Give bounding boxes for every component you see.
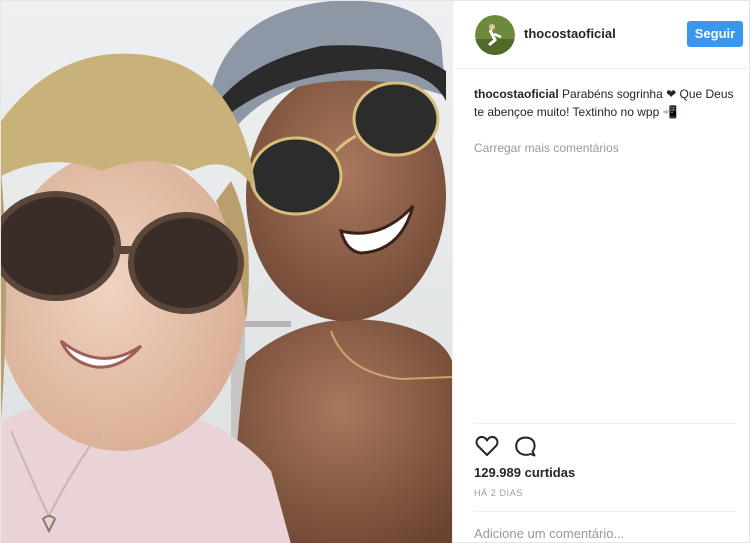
post-header: thocostaoficial Seguir bbox=[453, 1, 750, 69]
comment-icon[interactable] bbox=[512, 433, 538, 459]
follow-button[interactable]: Seguir bbox=[687, 21, 743, 47]
post-sidebar: thocostaoficial Seguir thocostaoficial P… bbox=[452, 1, 750, 543]
instagram-post: thocostaoficial Seguir thocostaoficial P… bbox=[0, 0, 750, 543]
post-timestamp[interactable]: HÁ 2 DIAS bbox=[474, 488, 523, 498]
comment-divider bbox=[474, 511, 736, 512]
actions-divider bbox=[474, 423, 736, 424]
post-photo[interactable] bbox=[1, 1, 452, 543]
header-username[interactable]: thocostaoficial bbox=[524, 26, 616, 41]
load-more-comments-link[interactable]: Carregar mais comentários bbox=[474, 141, 619, 155]
avatar-image bbox=[475, 15, 515, 55]
likes-count[interactable]: 129.989 curtidas bbox=[474, 465, 575, 480]
add-comment-input[interactable]: Adicione um comentário... bbox=[474, 526, 736, 541]
post-photo-selfie bbox=[1, 1, 452, 543]
avatar[interactable] bbox=[475, 15, 515, 55]
caption: thocostaoficial Parabéns sogrinha ❤ Que … bbox=[474, 85, 736, 121]
caption-username[interactable]: thocostaoficial bbox=[474, 87, 559, 101]
heart-icon[interactable] bbox=[474, 433, 500, 459]
